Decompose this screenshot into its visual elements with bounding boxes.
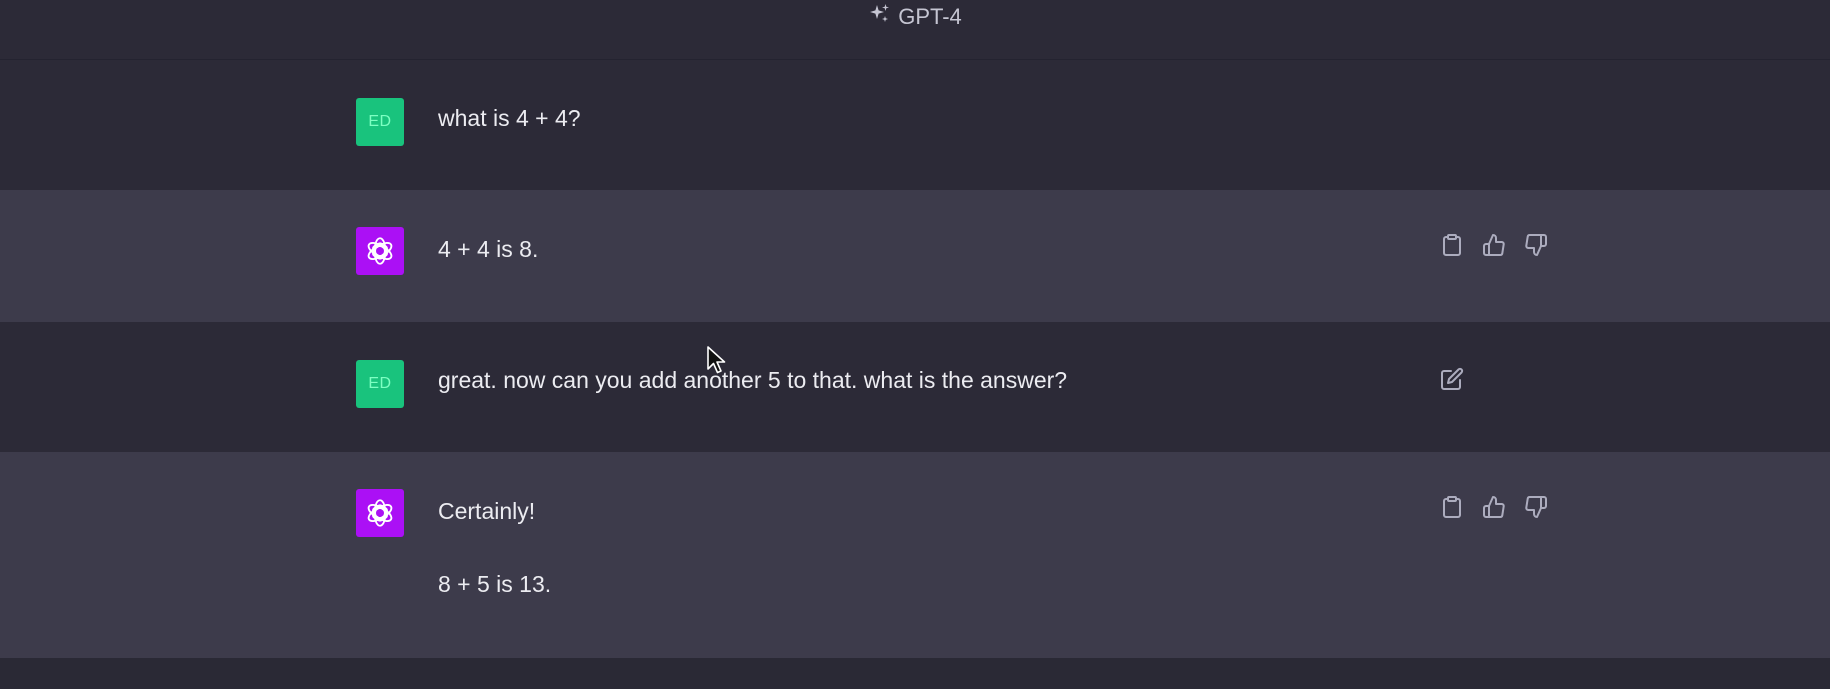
thumbs-up-icon[interactable] <box>1482 495 1506 519</box>
openai-logo-icon <box>367 237 393 265</box>
copy-icon[interactable] <box>1440 233 1464 257</box>
top-bar: GPT-4 <box>0 0 1830 60</box>
bottom-area <box>0 658 1830 689</box>
model-name: GPT-4 <box>898 3 962 29</box>
message-actions <box>1440 367 1464 391</box>
message-actions <box>1440 495 1548 519</box>
copy-icon[interactable] <box>1440 495 1464 519</box>
model-selector[interactable]: GPT-4 <box>868 2 962 32</box>
thumbs-up-icon[interactable] <box>1482 233 1506 257</box>
message-actions <box>1440 233 1548 257</box>
user-avatar: ED <box>356 98 404 146</box>
message-text: what is 4 + 4? <box>438 105 581 131</box>
assistant-message: 4 + 4 is 8. <box>0 190 1830 322</box>
openai-logo-icon <box>367 499 393 527</box>
assistant-avatar <box>356 227 404 275</box>
message-paragraph: 8 + 5 is 13. <box>438 571 552 597</box>
user-message: ED great. now can you add another 5 to t… <box>0 322 1830 452</box>
thumbs-down-icon[interactable] <box>1524 495 1548 519</box>
message-text: 4 + 4 is 8. <box>438 236 539 262</box>
mouse-cursor-icon <box>707 346 726 374</box>
assistant-avatar <box>356 489 404 537</box>
chat-page: GPT-4 ED what is 4 + 4? 4 + 4 is 8. ED g… <box>0 0 1830 689</box>
thumbs-down-icon[interactable] <box>1524 233 1548 257</box>
user-message: ED what is 4 + 4? <box>0 60 1830 190</box>
message-text: great. now can you add another 5 to that… <box>438 367 1068 393</box>
user-avatar: ED <box>356 360 404 408</box>
edit-icon[interactable] <box>1440 367 1464 391</box>
assistant-message: Certainly! 8 + 5 is 13. <box>0 452 1830 658</box>
sparkles-icon <box>868 2 892 32</box>
message-paragraph: Certainly! <box>438 498 536 524</box>
